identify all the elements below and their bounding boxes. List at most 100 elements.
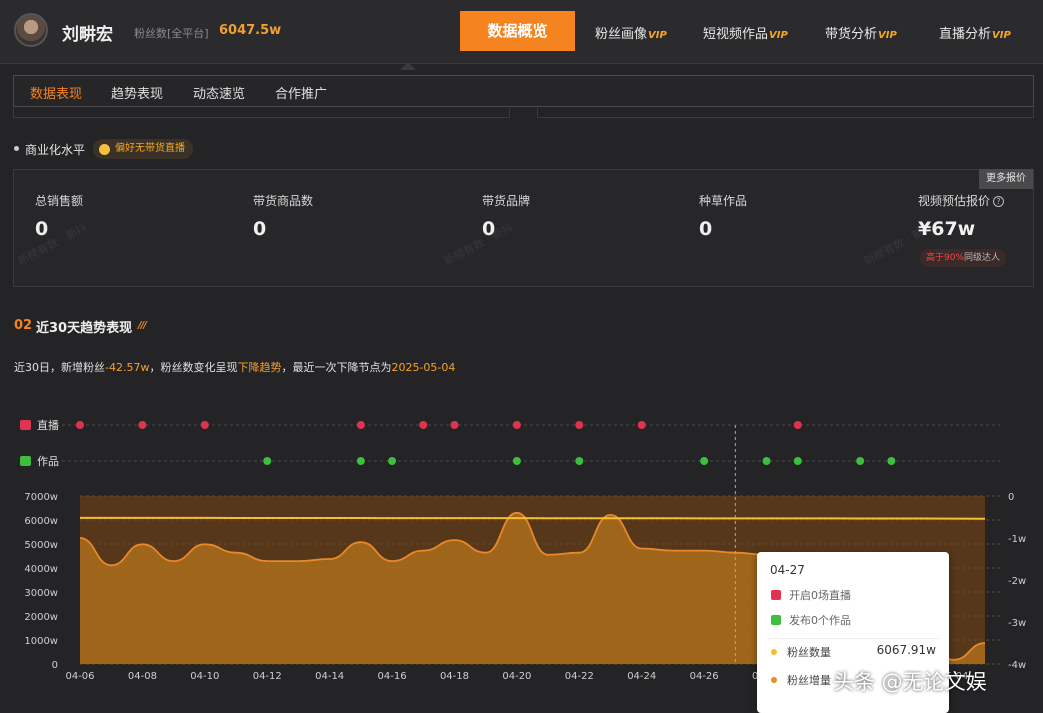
tooltip-works-row: 发布0个作品: [771, 612, 851, 628]
stat-label-quote: 视频预估报价?: [918, 192, 1005, 209]
dropdown-caret: [400, 62, 416, 70]
subtab-trend[interactable]: 趋势表现: [111, 83, 163, 102]
event-marker: [512, 421, 521, 429]
card-edge: [537, 108, 1034, 118]
x-tick-label: 04-10: [190, 671, 219, 682]
preference-badge-label: 偏好无带货直播: [115, 143, 185, 154]
top-bar: 刘畊宏 粉丝数[全平台] 6047.5w 数据概览 粉丝画像VIP 短视频作品V…: [0, 0, 1043, 64]
event-marker: [793, 457, 802, 465]
y-left-tick-label: 3000w: [24, 588, 58, 599]
tooltip-works: 发布0个作品: [789, 614, 851, 627]
legend-dot: [771, 649, 777, 655]
bullet-dot: [14, 146, 19, 151]
event-marker: [356, 457, 365, 465]
stat-label: 带货品牌: [482, 194, 531, 208]
tab-live-analysis[interactable]: 直播分析VIP: [939, 23, 1011, 42]
live-icon: [20, 420, 31, 430]
preference-badge: 偏好无带货直播: [93, 139, 193, 159]
section-title: 近30天趋势表现: [36, 321, 133, 336]
event-row-label: 直播: [37, 418, 59, 432]
event-marker: [356, 421, 365, 429]
summary-new-fans: -42.57w: [105, 361, 150, 374]
avatar[interactable]: [14, 13, 48, 47]
event-marker: [856, 457, 865, 465]
tab-fans-portrait[interactable]: 粉丝画像VIP: [595, 23, 667, 42]
x-tick-label: 04-06: [65, 671, 94, 682]
subtab-data-performance[interactable]: 数据表现: [30, 83, 82, 102]
tab-short-video[interactable]: 短视频作品VIP: [703, 23, 788, 42]
page-root: 刘畊宏 粉丝数[全平台] 6047.5w 数据概览 粉丝画像VIP 短视频作品V…: [0, 0, 1043, 713]
tooltip-date: 04-27: [770, 563, 805, 577]
x-tick-label: 04-18: [440, 671, 469, 682]
event-marker: [450, 421, 459, 429]
tooltip-live-row: 开启0场直播: [771, 587, 851, 603]
y-right-tick-label: -2w: [1008, 576, 1026, 587]
tooltip-divider: [767, 638, 939, 639]
y-right-tick-label: -3w: [1008, 618, 1026, 629]
works-icon: [20, 456, 31, 466]
stats-card: [13, 169, 1034, 287]
summary-text: ，最近一次下降节点为: [281, 361, 392, 374]
x-tick-label: 04-16: [378, 671, 407, 682]
stat-label: 总销售额: [35, 194, 84, 208]
live-icon: [771, 590, 781, 600]
event-marker: [76, 421, 84, 429]
tooltip-fans-label: 粉丝数量: [787, 646, 831, 659]
vip-badge: VIP: [878, 30, 897, 41]
fans-label: 粉丝数[全平台]: [134, 27, 209, 40]
stat-label-text: 视频预估报价: [918, 194, 991, 208]
event-marker: [700, 457, 709, 465]
peer-prefix: 高于: [926, 253, 945, 263]
event-marker: [138, 421, 147, 429]
event-marker: [637, 421, 646, 429]
works-icon: [771, 615, 781, 625]
summary-trend: 下降趋势: [237, 361, 282, 374]
event-marker: [263, 457, 272, 465]
section-number: 02: [14, 318, 33, 333]
tooltip-fans-key: 粉丝数量: [771, 644, 831, 660]
x-tick-label: 04-08: [128, 671, 157, 682]
vip-badge: VIP: [648, 30, 667, 41]
stat-value: 0: [253, 218, 267, 240]
peer-badge: 高于90%同级达人: [920, 249, 1007, 267]
tab-sales-analysis[interactable]: 带货分析VIP: [825, 23, 897, 42]
y-left-tick-label: 1000w: [24, 636, 58, 647]
tab-data-overview[interactable]: 数据概览: [460, 11, 575, 51]
subtab-activity[interactable]: 动态速览: [193, 83, 245, 102]
event-marker: [887, 457, 896, 465]
x-tick-label: 04-14: [315, 671, 344, 682]
peer-pct: 90%: [944, 253, 965, 263]
event-marker: [575, 457, 584, 465]
stat-label: 带货商品数: [253, 194, 314, 208]
summary-date: 2025-05-04: [391, 361, 456, 374]
commerce-title: 商业化水平: [25, 143, 86, 157]
event-marker: [419, 421, 428, 429]
tooltip-fans-value: 6067.91w: [876, 643, 936, 657]
event-marker: [762, 457, 771, 465]
y-left-tick-label: 6000w: [24, 516, 58, 527]
y-left-tick-label: 5000w: [24, 540, 58, 551]
y-left-tick-label: 0: [52, 660, 58, 671]
peer-suffix: 同级达人: [964, 253, 1001, 263]
series-line-fan-count: [79, 516, 986, 520]
event-marker: [388, 457, 397, 465]
source-watermark: 头条 @无论文娱: [833, 670, 987, 694]
stat-value: 0: [699, 218, 713, 240]
subtab-cooperation[interactable]: 合作推广: [275, 83, 327, 102]
tab-label: 短视频作品: [703, 27, 769, 42]
vip-badge: VIP: [769, 30, 788, 41]
summary-text: ，粉丝数变化呈现: [149, 361, 238, 374]
card-edge: [13, 108, 510, 118]
event-marker: [793, 421, 802, 429]
x-tick-label: 04-20: [502, 671, 531, 682]
more-quote-button[interactable]: 更多报价: [979, 169, 1033, 189]
y-right-tick-label: 0: [1008, 492, 1014, 503]
help-icon[interactable]: ?: [993, 196, 1005, 207]
summary-text: 近30日，新增粉丝: [14, 361, 105, 374]
legend-dot: [771, 677, 777, 683]
sub-tabs: 数据表现 趋势表现 动态速览 合作推广: [13, 75, 1034, 107]
section-deco-icon: ///: [138, 320, 147, 331]
x-tick-label: 04-22: [565, 671, 594, 682]
event-marker: [512, 457, 521, 465]
coin-icon: [99, 144, 110, 155]
